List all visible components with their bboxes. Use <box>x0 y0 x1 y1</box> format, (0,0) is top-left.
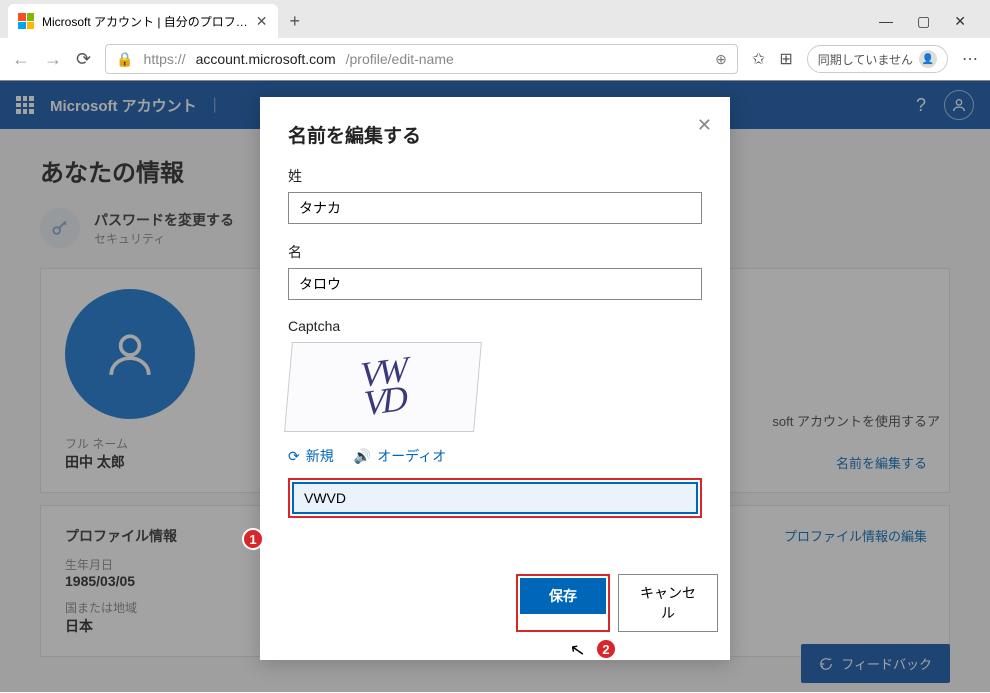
captcha-input[interactable] <box>292 482 698 514</box>
captcha-image: VWVD <box>284 342 482 432</box>
captcha-new-label: 新規 <box>306 446 334 466</box>
surname-label: 姓 <box>288 166 702 186</box>
captcha-input-highlight <box>288 478 702 518</box>
cancel-button[interactable]: キャンセル <box>618 574 718 632</box>
dialog-title: 名前を編集する <box>288 121 702 148</box>
captcha-audio-label: オーディオ <box>377 446 446 466</box>
audio-icon: 🔊 <box>354 448 371 465</box>
address-bar[interactable]: 🔒 https://account.microsoft.com/profile/… <box>105 44 738 74</box>
annotation-badge-1: 1 <box>242 528 264 550</box>
profile-mini-icon: 👤 <box>919 50 937 68</box>
ms-logo-icon <box>18 13 34 29</box>
refresh-button[interactable]: ⟳ <box>76 49 91 70</box>
favorites-icon[interactable]: ✩ <box>752 49 765 69</box>
captcha-label: Captcha <box>288 318 702 334</box>
refresh-icon: ⟳ <box>288 448 300 465</box>
close-tab-icon[interactable]: ✕ <box>256 13 268 30</box>
save-button[interactable]: 保存 <box>520 578 606 614</box>
annotation-badge-2: 2 <box>595 638 617 660</box>
sync-button[interactable]: 同期していません 👤 <box>807 45 948 73</box>
captcha-audio-link[interactable]: 🔊 オーディオ <box>354 446 446 466</box>
more-icon[interactable]: ⋯ <box>962 49 978 69</box>
minimize-button[interactable]: ― <box>879 13 893 30</box>
new-tab-button[interactable]: + <box>282 11 309 32</box>
lock-icon: 🔒 <box>116 51 133 68</box>
maximize-button[interactable]: ▢ <box>917 13 930 30</box>
forward-button: → <box>44 49 62 70</box>
given-name-input[interactable] <box>288 268 702 300</box>
edit-name-dialog: 名前を編集する ✕ 姓 名 Captcha VWVD ⟳ 新規 🔊 オーディオ … <box>260 97 730 660</box>
browser-tab[interactable]: Microsoft アカウント | 自分のプロフ… ✕ <box>8 4 278 38</box>
close-dialog-button[interactable]: ✕ <box>697 115 712 136</box>
given-name-label: 名 <box>288 242 702 262</box>
tab-title: Microsoft アカウント | 自分のプロフ… <box>42 13 248 30</box>
url-host: account.microsoft.com <box>196 51 336 67</box>
captcha-new-link[interactable]: ⟳ 新規 <box>288 446 334 466</box>
url-path: /profile/edit-name <box>346 51 454 67</box>
surname-input[interactable] <box>288 192 702 224</box>
read-aloud-icon[interactable]: ⊕ <box>715 51 727 68</box>
back-button: ← <box>12 49 30 70</box>
close-window-button[interactable]: ✕ <box>954 13 966 30</box>
sync-label: 同期していません <box>818 51 913 68</box>
save-button-highlight: 保存 <box>516 574 610 632</box>
collections-icon[interactable]: ⊞ <box>779 49 792 69</box>
